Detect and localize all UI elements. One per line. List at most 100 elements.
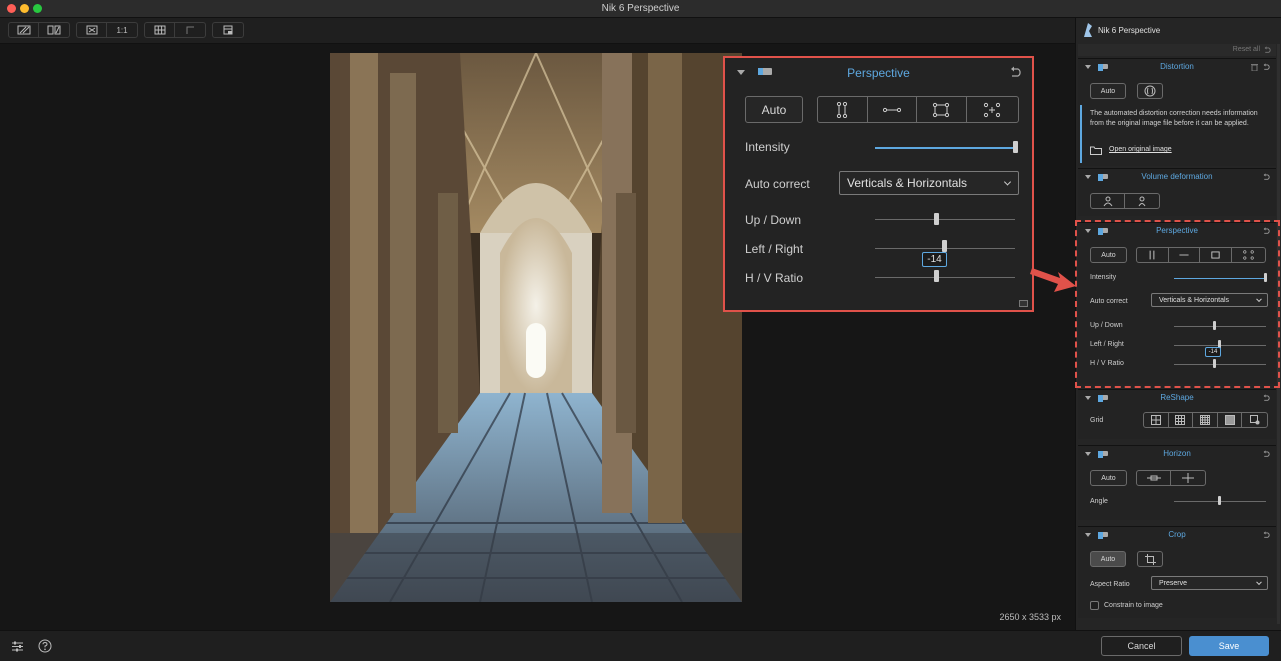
trash-icon[interactable] (1251, 63, 1258, 71)
chevron-down-icon (1003, 178, 1012, 186)
adjust-sliders-icon[interactable] (11, 640, 24, 653)
zoom-100-button[interactable]: 1:1 (107, 23, 137, 37)
open-original-link[interactable]: Open original image (1109, 146, 1172, 153)
horizon-level-icon (1146, 475, 1161, 481)
fit-view-button[interactable] (77, 23, 107, 37)
grid-icon (154, 25, 165, 35)
grid-2x2-icon (1150, 415, 1161, 425)
left-right-slider-knob[interactable] (942, 240, 947, 252)
image-dimensions: 2650 x 3533 px (999, 612, 1061, 622)
undo-icon[interactable] (1263, 63, 1271, 70)
bottom-bar: Cancel Save (0, 630, 1281, 661)
undo-icon[interactable] (1263, 173, 1271, 180)
aspect-ratio-value: Preserve (1159, 579, 1188, 587)
intensity-label: Intensity (745, 140, 790, 154)
intensity-slider-track[interactable] (875, 147, 1017, 149)
chevron-down-icon (1256, 579, 1262, 586)
grid-overlay-button[interactable] (145, 23, 175, 37)
split-view-icon (47, 25, 61, 35)
distortion-lens-button[interactable] (1137, 83, 1163, 99)
crop-title: Crop (1168, 530, 1186, 539)
distortion-info-text: The automated distortion correction need… (1090, 110, 1258, 127)
auto-correct-select[interactable]: Verticals & Horizontals (839, 171, 1019, 195)
vertical-mode-button[interactable] (818, 97, 868, 122)
fit-icon (86, 25, 97, 35)
intensity-slider-knob[interactable] (1013, 141, 1018, 153)
points-icon (984, 102, 1001, 117)
perspective-highlight-box (1075, 220, 1280, 388)
crop-section: Crop Auto Aspect Ratio Preserve Constrai… (1078, 526, 1276, 618)
volume-mode-group (1090, 193, 1160, 209)
cathedral-photo (330, 53, 742, 602)
grid-custom-icon (1249, 415, 1260, 425)
hv-ratio-slider-track[interactable] (875, 277, 1015, 278)
constrain-checkbox[interactable] (1090, 601, 1099, 610)
title-bar: Nik 6 Perspective (0, 0, 1281, 18)
aspect-ratio-label: Aspect Ratio (1090, 581, 1130, 588)
zoom-group: 1:1 (76, 22, 138, 38)
crop-tool-button[interactable] (1137, 551, 1163, 567)
horizon-level-button[interactable] (1137, 471, 1172, 485)
callout-arrow (1030, 268, 1076, 292)
grid-mode-group (1143, 412, 1268, 428)
horizon-title: Horizon (1163, 449, 1191, 458)
zoom-title: Perspective (847, 66, 910, 80)
preview-toggle-button[interactable] (213, 23, 243, 37)
crop-auto-button[interactable]: Auto (1090, 551, 1126, 567)
resize-handle[interactable] (1019, 300, 1028, 307)
constrain-label: Constrain to image (1104, 602, 1163, 609)
horizontal-lines-icon (882, 107, 901, 112)
rectangle-icon (933, 102, 950, 117)
undo-icon[interactable] (1263, 450, 1271, 457)
volume-title: Volume deformation (1141, 172, 1213, 181)
grid-custom-button[interactable] (1242, 413, 1267, 427)
split-view-button[interactable] (39, 23, 69, 37)
cancel-button[interactable]: Cancel (1101, 636, 1182, 656)
panel-title: Nik 6 Perspective (1098, 26, 1161, 35)
slider-value-badge: -14 (922, 252, 947, 267)
angle-slider-knob[interactable] (1218, 496, 1221, 505)
undo-icon[interactable] (1264, 46, 1272, 53)
horizon-vertical-button[interactable] (1171, 471, 1205, 485)
save-button[interactable]: Save (1189, 636, 1269, 656)
crop-icon (1144, 553, 1156, 565)
reshape-title: ReShape (1160, 393, 1194, 402)
hv-ratio-slider-knob[interactable] (934, 270, 939, 282)
grid-2x2-button[interactable] (1144, 413, 1169, 427)
distortion-auto-button[interactable]: Auto (1090, 83, 1126, 99)
reset-all-link[interactable]: Reset all (1233, 46, 1260, 53)
grid-3x3-icon (1175, 415, 1186, 425)
undo-icon[interactable] (1010, 66, 1023, 77)
guides-button[interactable] (175, 23, 205, 37)
grid-3x3-button[interactable] (1169, 413, 1194, 427)
rectangle-mode-button[interactable] (917, 97, 967, 122)
person-icon (1138, 196, 1146, 207)
distortion-section: Distortion Auto The automated distortion… (1078, 58, 1276, 166)
grid-fill-button[interactable] (1218, 413, 1243, 427)
help-icon[interactable] (38, 639, 52, 653)
perspective-zoom-callout: Perspective Auto Intensity Auto correct … (723, 56, 1034, 312)
free-points-button[interactable] (967, 97, 1018, 122)
horizon-auto-button[interactable]: Auto (1090, 470, 1127, 486)
single-view-button[interactable] (9, 23, 39, 37)
volume-person-button[interactable] (1125, 194, 1159, 208)
up-down-slider-knob[interactable] (934, 213, 939, 225)
undo-icon[interactable] (1263, 531, 1271, 538)
grid-4x4-button[interactable] (1193, 413, 1218, 427)
distortion-title: Distortion (1160, 62, 1194, 71)
volume-deformation-section: Volume deformation (1078, 168, 1276, 216)
single-view-icon (17, 25, 30, 35)
info-accent-bar (1080, 105, 1082, 163)
auto-button[interactable]: Auto (745, 96, 803, 123)
preview-group (212, 22, 244, 38)
volume-group-button[interactable] (1091, 194, 1126, 208)
vertical-lines-icon (837, 101, 848, 118)
up-down-slider-track[interactable] (875, 219, 1015, 220)
horizontal-mode-button[interactable] (868, 97, 917, 122)
guides-icon (186, 26, 194, 34)
undo-icon[interactable] (1263, 394, 1271, 401)
aspect-ratio-select[interactable]: Preserve (1151, 576, 1268, 590)
angle-label: Angle (1090, 498, 1108, 505)
reset-bar: Reset all (1078, 44, 1276, 56)
grid-4x4-icon (1200, 415, 1211, 425)
